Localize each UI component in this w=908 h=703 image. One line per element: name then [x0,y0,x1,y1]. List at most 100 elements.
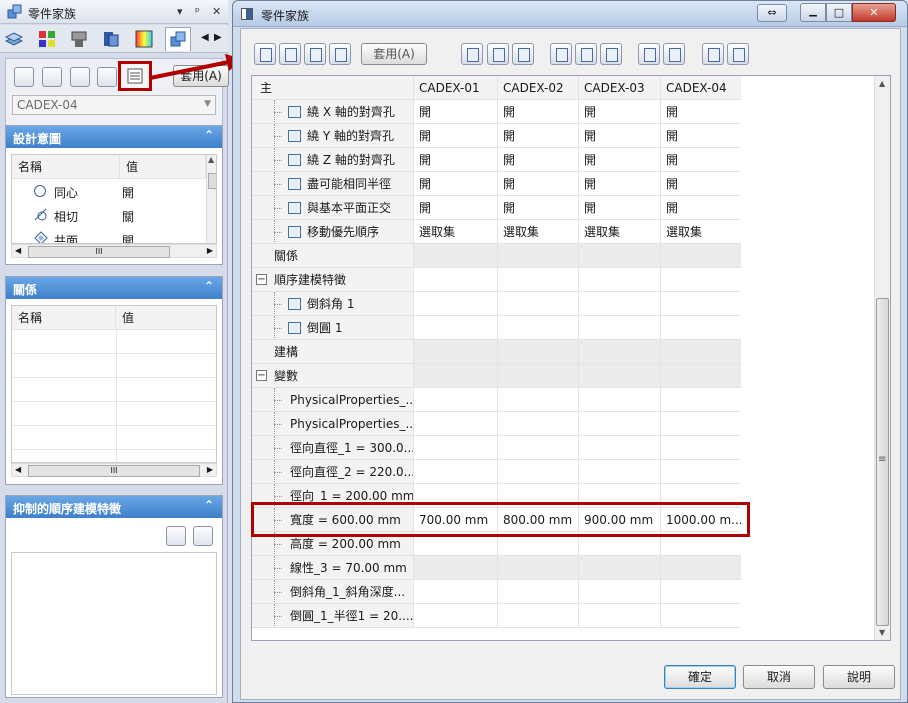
table-cell[interactable] [660,436,741,460]
row-label-cell[interactable]: 與基本平面正交 [252,196,413,220]
table-cell[interactable] [497,412,578,436]
dialog-title-bar[interactable]: 零件家族 ⇔ ▁ □ ✕ [233,1,907,27]
table-cell[interactable]: 選取集 [413,220,497,244]
add-column-button[interactable] [461,43,483,65]
table-cell[interactable]: 開 [413,148,497,172]
add-member-button[interactable] [14,67,34,87]
table-cell[interactable] [497,244,578,268]
panel-close-icon[interactable]: ✕ [212,5,221,18]
table-cell[interactable] [413,340,497,364]
suppressed-features-list[interactable] [11,552,217,695]
table-cell[interactable] [413,244,497,268]
table-cell[interactable]: 開 [497,196,578,220]
table-cell[interactable] [578,244,660,268]
delete-member-button[interactable] [329,43,351,65]
export-icon[interactable] [638,43,660,65]
table-cell[interactable]: 開 [413,172,497,196]
table-cell[interactable] [413,388,497,412]
table-cell[interactable] [413,292,497,316]
row-label-cell[interactable]: 倒斜角 1 [252,292,413,316]
table-cell[interactable] [497,316,578,340]
maximize-button[interactable]: □ [826,3,852,22]
table-cell[interactable]: 開 [660,196,741,220]
row-label-cell[interactable]: 倒圓 1 [252,316,413,340]
column-header-cadex-01[interactable]: CADEX-01 [413,76,497,100]
delete-member-button[interactable] [97,67,117,87]
help-button[interactable]: 說明 [823,665,895,689]
table-row[interactable]: 線性_3 = 70.00 mm [252,556,874,580]
scroll-thumb[interactable]: III [28,465,200,477]
table-row[interactable]: 建構 [252,340,874,364]
paste-column-button[interactable] [512,43,534,65]
table-cell[interactable]: 開 [497,124,578,148]
row-label-cell[interactable]: − 變數 [252,364,413,388]
table-cell[interactable] [497,580,578,604]
table-row[interactable]: PhysicalProperties_... [252,388,874,412]
row-label-cell[interactable]: 建構 [252,340,413,364]
row-label-cell[interactable]: 繞 Z 軸的對齊孔 [252,148,413,172]
table-cell[interactable]: 開 [660,124,741,148]
row-label-cell[interactable]: 繞 Y 軸的對齊孔 [252,124,413,148]
row-label-cell[interactable]: 盡可能相同半徑 [252,172,413,196]
table-cell[interactable] [660,388,741,412]
table-cell[interactable]: 開 [413,196,497,220]
collapse-toggle-icon[interactable]: − [256,370,267,381]
cancel-button[interactable]: 取消 [743,665,815,689]
table-cell[interactable] [413,436,497,460]
table-cell[interactable] [578,292,660,316]
assembly-tab-icon[interactable] [69,29,89,49]
panel-pin-icon[interactable]: ᵖ [195,5,200,18]
table-cell[interactable]: 開 [578,172,660,196]
table-cell[interactable]: 開 [578,196,660,220]
scroll-down-icon[interactable]: ▼ [879,628,885,637]
horizontal-scrollbar[interactable]: ◀ III ▶ [11,463,217,477]
color-palette-tab-icon[interactable] [37,29,57,49]
table-cell[interactable] [497,460,578,484]
column-header-cadex-04[interactable]: CADEX-04 [660,76,741,100]
collapse-icon[interactable]: ⌃ [204,279,214,293]
scroll-left-icon[interactable]: ◀ [15,246,21,255]
layers-tab-icon[interactable] [4,29,24,49]
table-cell[interactable] [578,436,660,460]
table-row[interactable]: 倒圓_1_半徑1 = 20.... [252,604,874,628]
print-icon[interactable] [600,43,622,65]
family-member-select[interactable]: CADEX-04 ▼ [12,95,216,115]
table-cell[interactable] [578,316,660,340]
table-cell[interactable] [578,412,660,436]
copy-column-button[interactable] [487,43,509,65]
table-row[interactable]: 倒圓 1 [252,316,874,340]
column-header-main[interactable]: 主 [252,76,413,100]
table-row[interactable]: 徑向直徑_1 = 300.0... [252,436,874,460]
list-item[interactable]: 相切 關 [12,203,206,227]
apply-button[interactable]: 套用(A) [361,43,427,65]
row-label-cell[interactable]: − 順序建模特徵 [252,268,413,292]
table-row[interactable]: 繞 X 軸的對齊孔開開開開 [252,100,874,124]
table-cell[interactable] [578,268,660,292]
table-cell[interactable] [578,460,660,484]
table-row[interactable]: 關係 [252,244,874,268]
copy-member-button[interactable] [42,67,62,87]
table-cell[interactable] [660,244,741,268]
table-cell[interactable] [497,268,578,292]
table-row[interactable]: PhysicalProperties_... [252,412,874,436]
table-cell[interactable]: 開 [497,172,578,196]
table-cell[interactable] [660,580,741,604]
table-row[interactable]: 繞 Y 軸的對齊孔開開開開 [252,124,874,148]
table-cell[interactable] [660,460,741,484]
table-row[interactable]: 徑向直徑_2 = 220.0... [252,460,874,484]
table-cell[interactable]: 選取集 [578,220,660,244]
table-cell[interactable]: 開 [497,100,578,124]
table-cell[interactable] [660,268,741,292]
row-label-cell[interactable]: 繞 X 軸的對齊孔 [252,100,413,124]
table-cell[interactable]: 開 [578,148,660,172]
table-row[interactable]: − 變數 [252,364,874,388]
scroll-right-icon[interactable]: ▶ [207,465,213,474]
table-cell[interactable]: 開 [413,100,497,124]
scroll-up-icon[interactable]: ▲ [879,79,885,88]
table-cell[interactable] [413,268,497,292]
undo-icon[interactable] [575,43,597,65]
restore-icon[interactable]: ⇔ [757,4,787,22]
table-cell[interactable] [660,340,741,364]
collapse-icon[interactable]: ⌃ [204,498,214,512]
tab-scroll-right-icon[interactable]: ▶ [214,32,222,43]
